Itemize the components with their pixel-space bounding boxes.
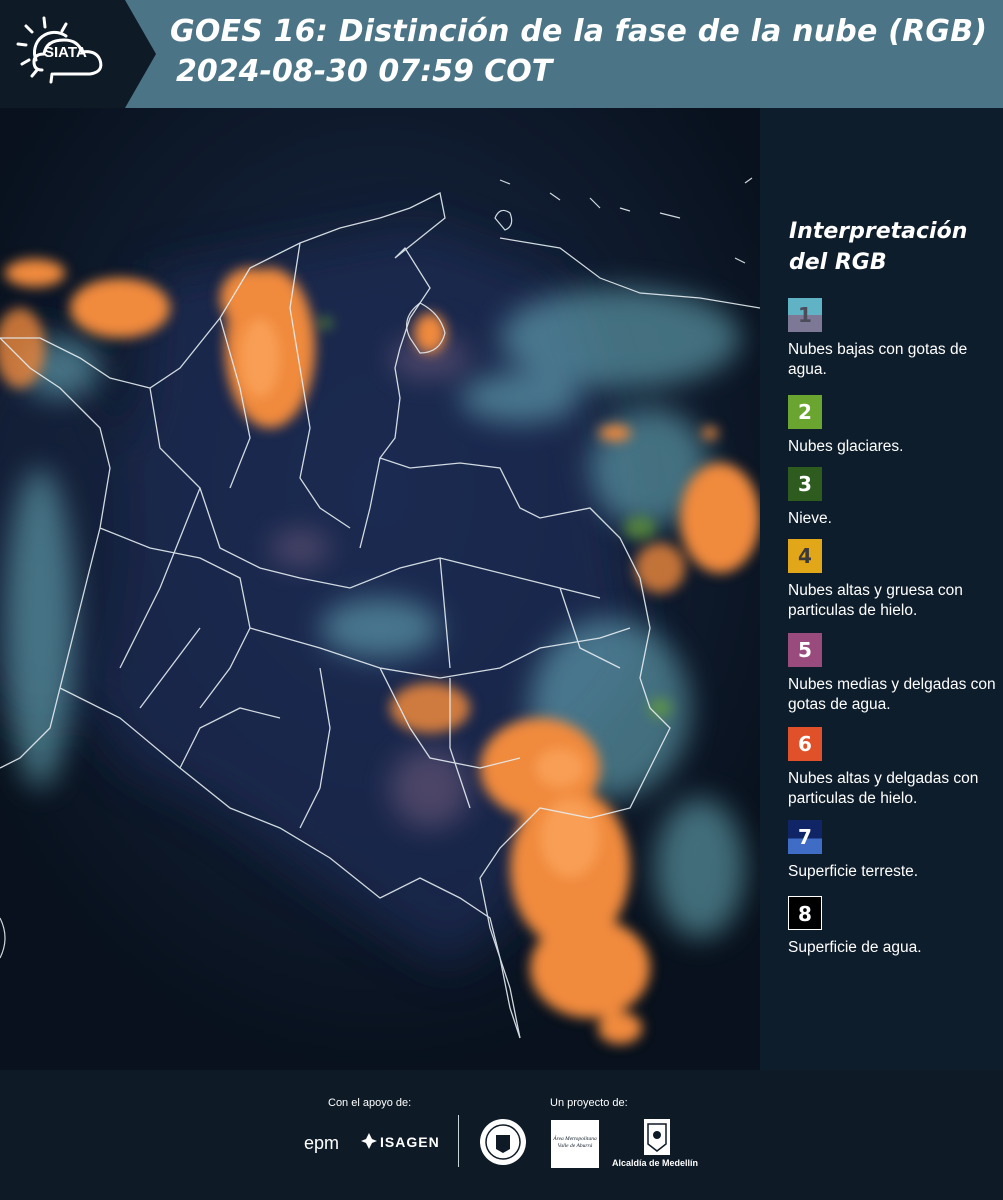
legend-swatch-number: 8 — [798, 902, 812, 926]
legend-title-line2: del RGB — [789, 250, 887, 275]
isagen-icon — [361, 1133, 377, 1149]
legend-swatch-6: 6 — [788, 727, 822, 761]
legend-label-2: Nubes glaciares. — [788, 438, 904, 455]
legend-label-8: Superficie de agua. — [788, 939, 922, 956]
legend-label-7: Superficie terreste. — [788, 863, 919, 880]
page-timestamp: 2024-08-30 07:59 COT — [176, 54, 553, 89]
page-title: GOES 16: Distinción de la fase de la nub… — [170, 14, 988, 49]
legend-title: Interpretación del RGB — [789, 216, 989, 278]
legend-title-line1: Interpretación — [789, 219, 968, 244]
area-metropolitana-text: Área Metropolitana Valle de Aburrá — [553, 1136, 597, 1149]
legend-item-1: 1 Nubes bajas con gotas de agua. — [788, 298, 998, 380]
satellite-map — [0, 108, 760, 1070]
legend-label-1: Nubes bajas con gotas de agua. — [788, 341, 968, 378]
legend-swatch-number: 1 — [798, 303, 812, 327]
legend-label-5: Nubes medias y delgadas con gotas de agu… — [788, 676, 996, 713]
legend-item-3: 3 Nieve. — [788, 467, 998, 529]
legend-item-7: 7 Superficie terreste. — [788, 820, 998, 882]
legend-label-4: Nubes altas y gruesa con particulas de h… — [788, 582, 963, 619]
legend-swatch-5: 5 — [788, 633, 822, 667]
legend-swatch-number: 3 — [798, 472, 812, 496]
area-metropolitana-logo: Área Metropolitana Valle de Aburrá — [551, 1120, 599, 1168]
legend-swatch-number: 2 — [798, 400, 812, 424]
support-label: Con el apoyo de: — [328, 1097, 412, 1109]
legend-swatch-number: 6 — [798, 732, 812, 756]
footer-divider — [458, 1115, 459, 1167]
isagen-label: ISAGEN — [380, 1134, 440, 1150]
legend-label-6: Nubes altas y delgadas con particulas de… — [788, 770, 979, 807]
legend-swatch-1: 1 — [788, 298, 822, 332]
legend-item-2: 2 Nubes glaciares. — [788, 395, 998, 457]
legend-label-3: Nieve. — [788, 510, 832, 527]
legend-swatch-3: 3 — [788, 467, 822, 501]
siata-logo: SIATA — [0, 0, 156, 108]
legend-swatch-4: 4 — [788, 539, 822, 573]
legend-swatch-7: 7 — [788, 820, 822, 854]
project-label: Un proyecto de: — [550, 1097, 628, 1109]
legend-swatch-8: 8 — [788, 896, 822, 930]
legend-swatch-number: 5 — [798, 638, 812, 662]
legend-item-5: 5 Nubes medias y delgadas con gotas de a… — [788, 633, 998, 715]
legend-swatch-number: 4 — [798, 544, 812, 568]
legend-swatch-number: 7 — [798, 825, 812, 849]
medellin-seal-icon — [644, 1119, 670, 1155]
satellite-image — [0, 108, 760, 1070]
siata-logo-text: SIATA — [44, 44, 87, 61]
alcaldia-label: Alcaldía de Medellín — [612, 1158, 699, 1168]
epm-logo: epm — [304, 1133, 340, 1153]
header-bar: SIATA GOES 16: Distinción de la fase de … — [0, 0, 1003, 108]
legend-swatch-2: 2 — [788, 395, 822, 429]
legend-item-8: 8 Superficie de agua. — [788, 896, 998, 958]
legend-item-4: 4 Nubes altas y gruesa con particulas de… — [788, 539, 998, 621]
legend-item-6: 6 Nubes altas y delgadas con particulas … — [788, 727, 998, 809]
footer: Con el apoyo de: Un proyecto de: epm ISA… — [0, 1070, 1003, 1200]
university-seal-icon — [480, 1119, 526, 1165]
